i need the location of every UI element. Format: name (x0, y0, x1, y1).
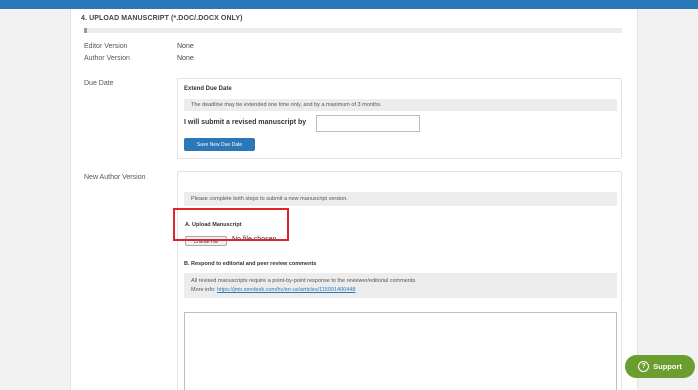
respond-comments-title: B. Respond to editorial and peer review … (184, 261, 317, 267)
due-date-input[interactable] (316, 115, 420, 132)
section-divider (84, 28, 622, 33)
section-divider-mark (84, 28, 87, 33)
save-new-due-date-button[interactable]: Save New Due Date (184, 138, 255, 151)
more-info-label: More info: (191, 287, 216, 293)
more-info-line: More info: https://jmir.zendesk.com/hc/e… (191, 287, 355, 293)
support-label: Support (653, 362, 682, 371)
response-requirement-notice: All revised manuscripts require a point-… (184, 273, 617, 298)
extend-due-date-box: Extend Due Date The deadline may be exte… (177, 78, 622, 159)
due-date-label: Due Date (84, 80, 114, 87)
complete-steps-notice: Please complete both steps to submit a n… (184, 192, 617, 206)
editor-version-label: Editor Version (84, 43, 128, 50)
question-circle-icon: ? (638, 361, 650, 372)
upload-highlight-box (173, 208, 289, 241)
response-textarea[interactable] (184, 312, 617, 390)
zendesk-help-link[interactable]: https://jmir.zendesk.com/hc/en-us/articl… (217, 287, 355, 293)
response-requirement-text: All revised manuscripts require a point-… (191, 278, 417, 284)
top-header-bar (0, 0, 698, 9)
complete-steps-notice-text: Please complete both steps to submit a n… (191, 196, 348, 202)
section-title: 4. UPLOAD MANUSCRIPT (*.DOC/.DOCX ONLY) (81, 15, 243, 22)
deadline-notice: The deadline may be extended one time on… (184, 99, 617, 111)
new-author-version-box: Please complete both steps to submit a n… (177, 171, 622, 390)
manuscript-panel: 4. UPLOAD MANUSCRIPT (*.DOC/.DOCX ONLY) … (70, 9, 638, 390)
submit-by-label: I will submit a revised manuscript by (184, 119, 307, 126)
extend-due-date-title: Extend Due Date (184, 86, 232, 92)
deadline-notice-text: The deadline may be extended one time on… (191, 102, 382, 108)
new-author-version-label: New Author Version (84, 174, 146, 181)
author-version-label: Author Version (84, 55, 130, 62)
editor-version-value: None (177, 43, 194, 50)
support-button[interactable]: ? Support (625, 355, 695, 378)
author-version-value: None (177, 55, 194, 62)
